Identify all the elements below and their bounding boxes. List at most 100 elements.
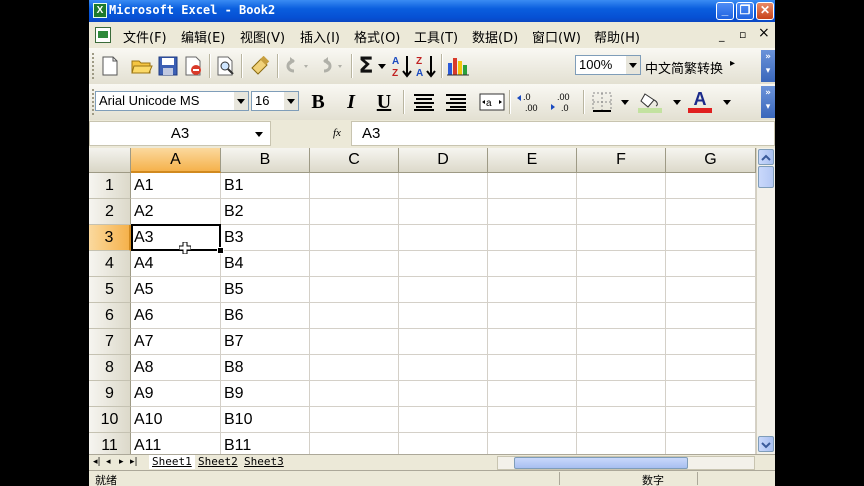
menu-view[interactable]: 视图(V) <box>240 27 285 46</box>
grid-cell[interactable] <box>666 225 756 251</box>
menu-data[interactable]: 数据(D) <box>472 27 518 46</box>
sort-descending-icon[interactable]: ZA <box>415 55 437 78</box>
menu-format[interactable]: 格式(O) <box>354 27 400 46</box>
italic-button[interactable]: I <box>340 91 362 113</box>
borders-icon[interactable] <box>591 91 613 113</box>
sheet-tab-sheet1[interactable]: Sheet1 <box>149 455 195 469</box>
grid-cell[interactable] <box>310 407 399 433</box>
grid-cell[interactable] <box>488 251 577 277</box>
grid-cell[interactable] <box>488 277 577 303</box>
grid-cell[interactable] <box>399 173 488 199</box>
grid-cell[interactable] <box>666 173 756 199</box>
chevron-down-icon[interactable] <box>284 92 298 110</box>
grid-cell[interactable] <box>666 251 756 277</box>
menu-edit[interactable]: 编辑(E) <box>181 27 225 46</box>
grid-cell[interactable]: B9 <box>221 381 310 407</box>
underline-button[interactable]: U <box>373 91 395 113</box>
grid-cell[interactable]: B10 <box>221 407 310 433</box>
permission-icon[interactable] <box>183 55 205 77</box>
chinese-convert-dropdown[interactable]: ▸ <box>730 58 735 69</box>
grid-cell[interactable] <box>577 355 666 381</box>
redo-icon[interactable] <box>315 55 347 77</box>
print-preview-icon[interactable] <box>215 55 237 77</box>
title-bar[interactable]: X Microsoft Excel - Book2 _ ❐ ✕ <box>89 0 775 22</box>
align-left-icon[interactable] <box>413 91 435 113</box>
grid-cell[interactable] <box>577 199 666 225</box>
fill-handle[interactable] <box>217 247 224 254</box>
grid-cell[interactable] <box>666 381 756 407</box>
chinese-convert-button[interactable]: 中文简繁转换 <box>645 58 723 77</box>
first-sheet-button[interactable]: ◂| <box>93 457 101 467</box>
grid-cell[interactable] <box>666 303 756 329</box>
grid-cell[interactable] <box>310 303 399 329</box>
grid-cell[interactable] <box>577 173 666 199</box>
grid-cell[interactable] <box>666 199 756 225</box>
sheet-tab-sheet3[interactable]: Sheet3 <box>241 455 287 469</box>
row-header[interactable]: 5 <box>89 277 131 303</box>
row-header[interactable]: 8 <box>89 355 131 381</box>
grid-cell[interactable]: A3 <box>131 225 221 251</box>
grid-cell[interactable] <box>577 407 666 433</box>
toolbar-options-chevron[interactable]: » ▾ <box>761 50 775 82</box>
undo-icon[interactable] <box>281 55 313 77</box>
format-painter-icon[interactable] <box>249 55 271 77</box>
grid-cell[interactable]: A8 <box>131 355 221 381</box>
menu-help[interactable]: 帮助(H) <box>594 27 640 46</box>
formula-input[interactable]: A3 <box>351 121 775 146</box>
row-header[interactable]: 11 <box>89 433 131 454</box>
grid-cell[interactable] <box>666 329 756 355</box>
toolbar-options-chevron[interactable]: » ▾ <box>761 86 775 118</box>
select-all-button[interactable] <box>89 148 131 173</box>
toolbar-grip[interactable] <box>92 53 97 79</box>
grid-cell[interactable] <box>488 199 577 225</box>
sort-ascending-icon[interactable]: AZ <box>391 55 413 78</box>
grid-cell[interactable]: A2 <box>131 199 221 225</box>
grid-cell[interactable] <box>399 355 488 381</box>
horizontal-scrollbar[interactable] <box>497 456 755 470</box>
grid-cell[interactable]: B7 <box>221 329 310 355</box>
chart-wizard-icon[interactable] <box>445 55 471 77</box>
grid-cell[interactable]: A9 <box>131 381 221 407</box>
scroll-up-button[interactable] <box>758 149 774 165</box>
grid-cell[interactable] <box>666 407 756 433</box>
grid-cell[interactable] <box>310 381 399 407</box>
new-icon[interactable] <box>99 55 121 77</box>
grid-cell[interactable] <box>577 225 666 251</box>
row-header[interactable]: 1 <box>89 173 131 199</box>
column-header-e[interactable]: E <box>488 148 577 173</box>
grid-cell[interactable]: B4 <box>221 251 310 277</box>
bold-button[interactable]: B <box>307 91 329 113</box>
save-icon[interactable] <box>157 55 179 77</box>
row-header[interactable]: 6 <box>89 303 131 329</box>
grid-cell[interactable]: B2 <box>221 199 310 225</box>
font-color-icon[interactable]: A <box>688 90 712 113</box>
merge-center-icon[interactable]: a <box>479 91 505 113</box>
grid-cell[interactable] <box>577 277 666 303</box>
workbook-icon[interactable] <box>95 27 111 43</box>
grid-cell[interactable] <box>577 303 666 329</box>
decrease-decimal-icon[interactable]: .00.0 <box>549 91 579 113</box>
grid-cell[interactable] <box>488 173 577 199</box>
restore-button[interactable]: ❐ <box>736 2 754 20</box>
grid-cell[interactable] <box>399 277 488 303</box>
doc-restore-button[interactable]: ▫ <box>739 28 746 41</box>
grid-cell[interactable] <box>577 251 666 277</box>
next-sheet-button[interactable]: ▸ <box>119 457 124 467</box>
grid-cell[interactable]: A4 <box>131 251 221 277</box>
zoom-select[interactable]: 100% <box>575 55 641 75</box>
name-box[interactable]: A3 <box>89 121 271 146</box>
chevron-down-icon[interactable] <box>626 56 640 74</box>
menu-insert[interactable]: 插入(I) <box>300 27 340 46</box>
grid-cell[interactable] <box>399 225 488 251</box>
horizontal-scroll-thumb[interactable] <box>514 457 688 469</box>
chevron-down-icon[interactable] <box>673 100 681 105</box>
row-header[interactable]: 4 <box>89 251 131 277</box>
doc-close-button[interactable]: × <box>758 25 770 41</box>
grid-cell[interactable] <box>399 251 488 277</box>
font-name-select[interactable]: Arial Unicode MS <box>95 91 249 111</box>
row-header[interactable]: 10 <box>89 407 131 433</box>
grid-cell[interactable]: A7 <box>131 329 221 355</box>
grid-cell[interactable] <box>488 407 577 433</box>
minimize-button[interactable]: _ <box>716 2 734 20</box>
grid-cell[interactable]: B11 <box>221 433 310 454</box>
